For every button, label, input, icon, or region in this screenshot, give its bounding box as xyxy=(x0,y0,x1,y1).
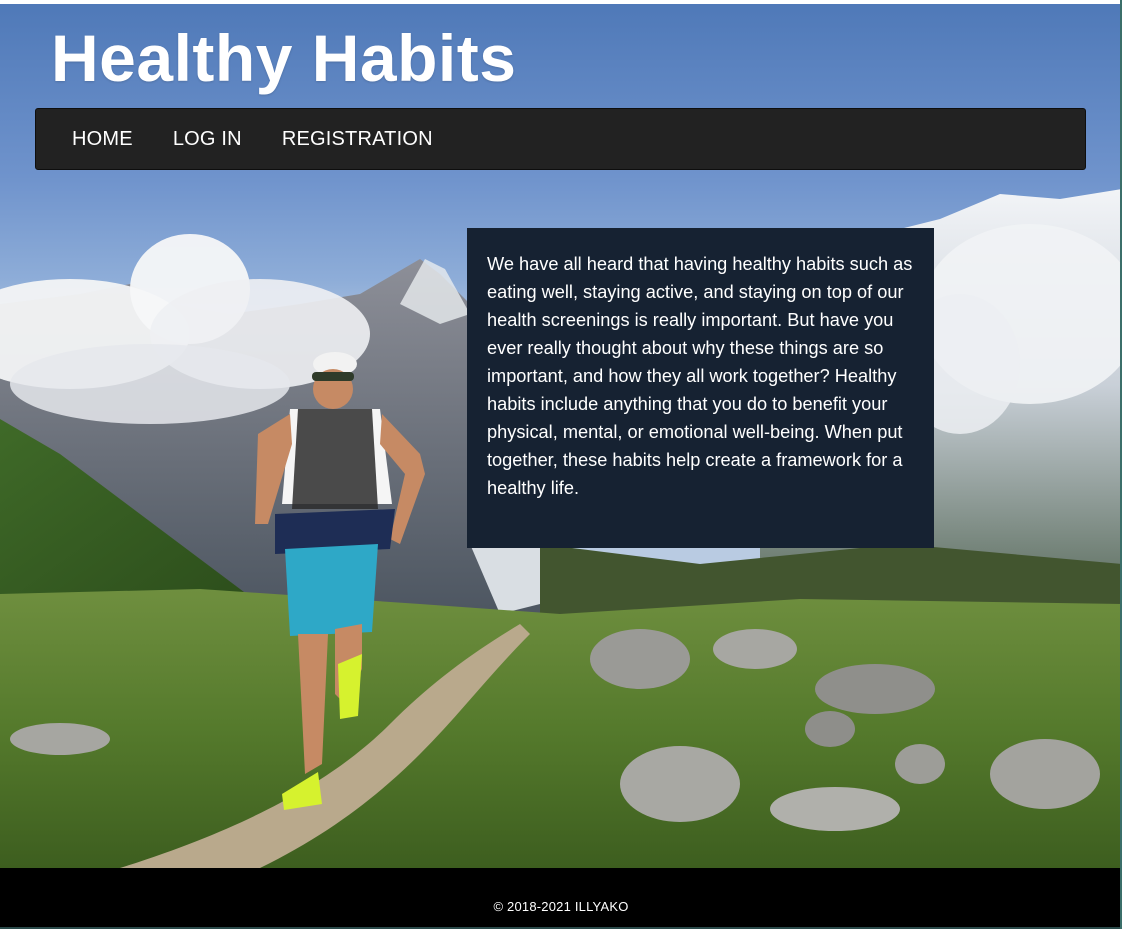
site-title: Healthy Habits xyxy=(51,21,517,95)
hero-background-image: Healthy Habits HOME LOG IN REGISTRATION … xyxy=(0,4,1122,868)
site-footer: © 2018-2021 ILLYAKO xyxy=(0,868,1122,929)
page: Healthy Habits HOME LOG IN REGISTRATION … xyxy=(0,0,1122,929)
nav-registration-link[interactable]: REGISTRATION xyxy=(262,108,453,170)
copyright-text: © 2018-2021 ILLYAKO xyxy=(493,899,629,914)
main-navbar: HOME LOG IN REGISTRATION xyxy=(35,108,1086,170)
intro-panel: We have all heard that having healthy ha… xyxy=(467,228,934,548)
intro-text: We have all heard that having healthy ha… xyxy=(487,254,913,498)
nav-home-link[interactable]: HOME xyxy=(52,108,153,170)
nav-login-link[interactable]: LOG IN xyxy=(153,108,262,170)
